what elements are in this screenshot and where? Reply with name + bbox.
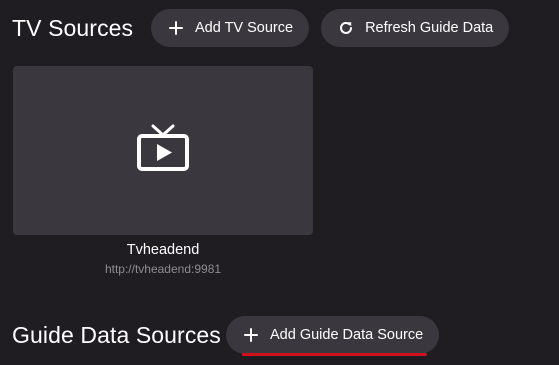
refresh-guide-data-button[interactable]: Refresh Guide Data (321, 9, 510, 47)
tv-source-url: http://tvheadend:9981 (104, 262, 222, 276)
plus-icon (167, 19, 185, 37)
highlight-underline (242, 353, 428, 356)
plus-icon (242, 326, 260, 344)
tv-source-tile[interactable] (13, 66, 313, 235)
refresh-guide-data-label: Refresh Guide Data (365, 20, 494, 36)
tv-sources-header: TV Sources Add TV Source Refresh Guide D… (12, 8, 510, 48)
add-guide-data-source-button[interactable]: Add Guide Data Source (226, 316, 440, 356)
guide-data-sources-title: Guide Data Sources (12, 321, 221, 348)
refresh-icon (337, 19, 355, 37)
add-guide-data-source-label: Add Guide Data Source (270, 327, 424, 343)
tv-source-name: Tvheadend (126, 242, 200, 258)
guide-data-sources-header: Guide Data Sources Add Guide Data Source (12, 315, 440, 356)
add-tv-source-button[interactable]: Add TV Source (151, 9, 310, 47)
tv-play-icon (135, 124, 191, 177)
add-tv-source-label: Add TV Source (195, 20, 294, 36)
tv-sources-title: TV Sources (12, 14, 134, 41)
tv-source-card[interactable]: Tvheadend http://tvheadend:9981 (13, 66, 313, 276)
